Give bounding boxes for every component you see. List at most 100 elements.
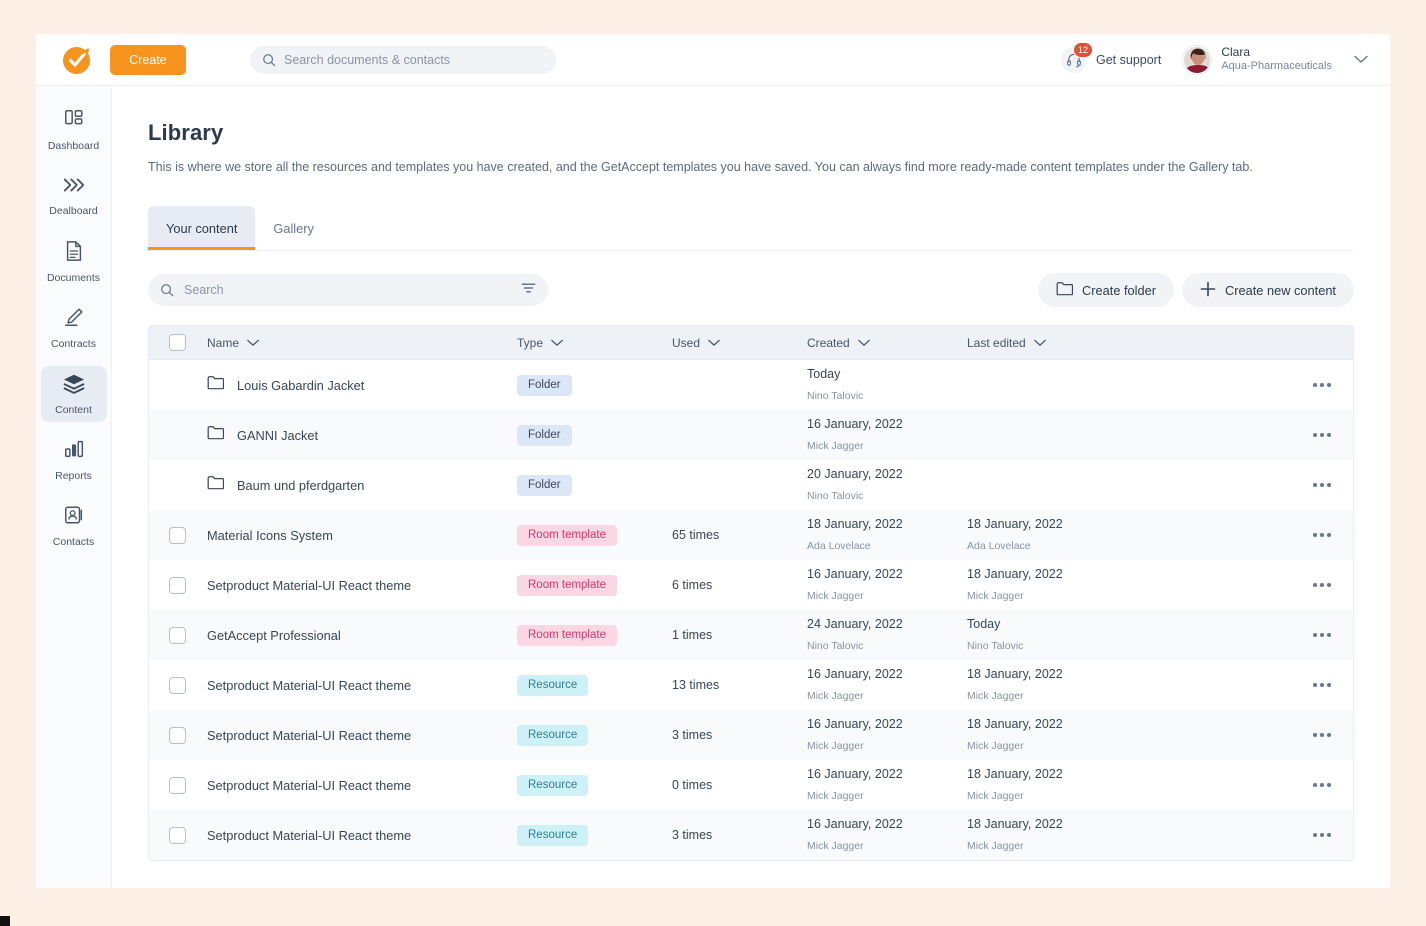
tab-gallery[interactable]: Gallery bbox=[255, 206, 332, 250]
row-checkbox[interactable] bbox=[169, 777, 186, 794]
column-header-created[interactable]: Created bbox=[807, 336, 967, 350]
chevron-down-icon bbox=[247, 339, 259, 347]
row-name-cell[interactable]: Baum und pferdgarten bbox=[207, 475, 517, 495]
column-label: Created bbox=[807, 336, 850, 350]
row-menu-button[interactable] bbox=[1313, 483, 1331, 487]
table-row[interactable]: Louis Gabardin JacketFolderTodayNino Tal… bbox=[149, 360, 1353, 410]
tab-your-content[interactable]: Your content bbox=[148, 206, 255, 250]
row-menu-button[interactable] bbox=[1313, 533, 1331, 537]
sidebar-item-contacts[interactable]: Contacts bbox=[41, 498, 107, 554]
column-header-last-edited[interactable]: Last edited bbox=[967, 336, 1137, 350]
row-menu-button[interactable] bbox=[1313, 633, 1331, 637]
table-row[interactable]: GetAccept ProfessionalRoom template1 tim… bbox=[149, 610, 1353, 660]
row-created-date: 16 January, 2022 bbox=[807, 567, 903, 581]
row-actions-cell bbox=[1137, 433, 1353, 437]
tab-label: Gallery bbox=[273, 221, 314, 236]
column-header-name[interactable]: Name bbox=[207, 336, 517, 350]
corner-marker bbox=[0, 916, 10, 926]
sidebar-label: Content bbox=[55, 404, 92, 416]
row-created-by: Mick Jagger bbox=[807, 590, 864, 602]
row-edited-cell: 18 January, 2022Mick Jagger bbox=[967, 764, 1137, 806]
row-edited-date: 18 January, 2022 bbox=[967, 817, 1063, 831]
row-name-cell[interactable]: GetAccept Professional bbox=[207, 628, 517, 643]
search-icon bbox=[160, 283, 174, 297]
row-menu-button[interactable] bbox=[1313, 833, 1331, 837]
sidebar-item-documents[interactable]: Documents bbox=[41, 234, 107, 290]
create-folder-button[interactable]: Create folder bbox=[1038, 273, 1174, 307]
row-type-cell: Resource bbox=[517, 725, 672, 746]
table-row[interactable]: Setproduct Material-UI React theme Resour… bbox=[149, 660, 1353, 710]
row-name-cell[interactable]: Setproduct Material-UI React theme bbox=[207, 678, 517, 693]
row-checkbox[interactable] bbox=[169, 577, 186, 594]
table-row[interactable]: Baum und pferdgartenFolder20 January, 20… bbox=[149, 460, 1353, 510]
folder-icon bbox=[207, 475, 224, 495]
global-search-input[interactable]: Search documents & contacts bbox=[250, 46, 556, 74]
sidebar-item-contracts[interactable]: Contracts bbox=[41, 300, 107, 356]
row-edited-by: Mick Jagger bbox=[967, 690, 1024, 702]
table-row[interactable]: Setproduct Material-UI React themeResour… bbox=[149, 810, 1353, 860]
table-row[interactable]: Setproduct Material-UI React themeResour… bbox=[149, 760, 1353, 810]
table-row[interactable]: GANNI JacketFolder16 January, 2022Mick J… bbox=[149, 410, 1353, 460]
row-menu-button[interactable] bbox=[1313, 733, 1331, 737]
row-actions-cell bbox=[1137, 833, 1353, 837]
row-type-cell: Resource bbox=[517, 775, 672, 796]
row-name: Setproduct Material-UI React theme bbox=[207, 678, 411, 693]
search-input[interactable]: Search bbox=[148, 274, 548, 306]
row-menu-button[interactable] bbox=[1313, 783, 1331, 787]
row-type-cell: Resource bbox=[517, 675, 672, 696]
sidebar-label: Reports bbox=[55, 470, 92, 482]
row-actions-cell bbox=[1137, 733, 1353, 737]
table-row[interactable]: Setproduct Material-UI React themeRoom t… bbox=[149, 560, 1353, 610]
table-row[interactable]: Setproduct Material-UI React themeResour… bbox=[149, 710, 1353, 760]
row-used: 1 times bbox=[672, 628, 712, 642]
tab-bar: Your content Gallery bbox=[148, 206, 1354, 250]
row-name-cell[interactable]: Setproduct Material-UI React theme bbox=[207, 778, 517, 793]
get-support-button[interactable]: 12 Get support bbox=[1061, 47, 1161, 73]
page-title: Library bbox=[148, 120, 1354, 146]
sidebar-item-content[interactable]: Content bbox=[41, 366, 107, 422]
row-checkbox[interactable] bbox=[169, 677, 186, 694]
row-checkbox[interactable] bbox=[169, 727, 186, 744]
getaccept-logo[interactable] bbox=[61, 44, 93, 76]
row-created-date: 16 January, 2022 bbox=[807, 417, 903, 431]
table-row[interactable]: Material Icons SystemRoom template65 tim… bbox=[149, 510, 1353, 560]
row-actions-cell bbox=[1137, 633, 1353, 637]
row-menu-button[interactable] bbox=[1313, 383, 1331, 387]
global-search-placeholder: Search documents & contacts bbox=[284, 53, 450, 67]
row-edited-cell: 18 January, 2022Mick Jagger bbox=[967, 564, 1137, 606]
row-name: Setproduct Material-UI React theme bbox=[207, 828, 411, 843]
row-menu-button[interactable] bbox=[1313, 683, 1331, 687]
row-name-cell[interactable]: Louis Gabardin Jacket bbox=[207, 375, 517, 395]
row-created-date: Today bbox=[807, 367, 840, 381]
row-checkbox[interactable] bbox=[169, 627, 186, 644]
create-new-content-button[interactable]: Create new content bbox=[1182, 273, 1354, 307]
row-name-cell[interactable]: Setproduct Material-UI React theme bbox=[207, 578, 517, 593]
row-created-cell: 16 January, 2022Mick Jagger bbox=[807, 764, 967, 806]
row-name-cell[interactable]: GANNI Jacket bbox=[207, 425, 517, 445]
row-created-by: Mick Jagger bbox=[807, 740, 864, 752]
avatar bbox=[1183, 46, 1211, 74]
column-header-used[interactable]: Used bbox=[672, 336, 807, 350]
filter-icon[interactable] bbox=[521, 281, 536, 300]
row-created-by: Nino Talovic bbox=[807, 490, 863, 502]
sidebar-item-dealboard[interactable]: Dealboard bbox=[41, 168, 107, 224]
select-all-checkbox[interactable] bbox=[169, 334, 186, 351]
row-checkbox[interactable] bbox=[169, 527, 186, 544]
contacts-icon bbox=[63, 504, 85, 531]
column-header-type[interactable]: Type bbox=[517, 336, 672, 350]
sidebar-item-reports[interactable]: Reports bbox=[41, 432, 107, 488]
chevron-down-icon[interactable] bbox=[1354, 51, 1368, 69]
row-menu-button[interactable] bbox=[1313, 583, 1331, 587]
row-menu-button[interactable] bbox=[1313, 433, 1331, 437]
row-checkbox[interactable] bbox=[169, 827, 186, 844]
user-menu[interactable]: Clara Aqua-Pharmaceuticals bbox=[1183, 45, 1368, 74]
row-created-by: Mick Jagger bbox=[807, 440, 864, 452]
row-used-cell: 65 times bbox=[672, 528, 807, 542]
row-name-cell[interactable]: Material Icons System bbox=[207, 528, 517, 543]
row-name-cell[interactable]: Setproduct Material-UI React theme bbox=[207, 728, 517, 743]
sidebar-item-dashboard[interactable]: Dashboard bbox=[41, 102, 107, 158]
row-created-cell: 16 January, 2022 Mick Jagger bbox=[807, 414, 967, 456]
row-name: Louis Gabardin Jacket bbox=[237, 378, 364, 393]
row-name-cell[interactable]: Setproduct Material-UI React theme bbox=[207, 828, 517, 843]
create-button[interactable]: Create bbox=[110, 45, 186, 75]
